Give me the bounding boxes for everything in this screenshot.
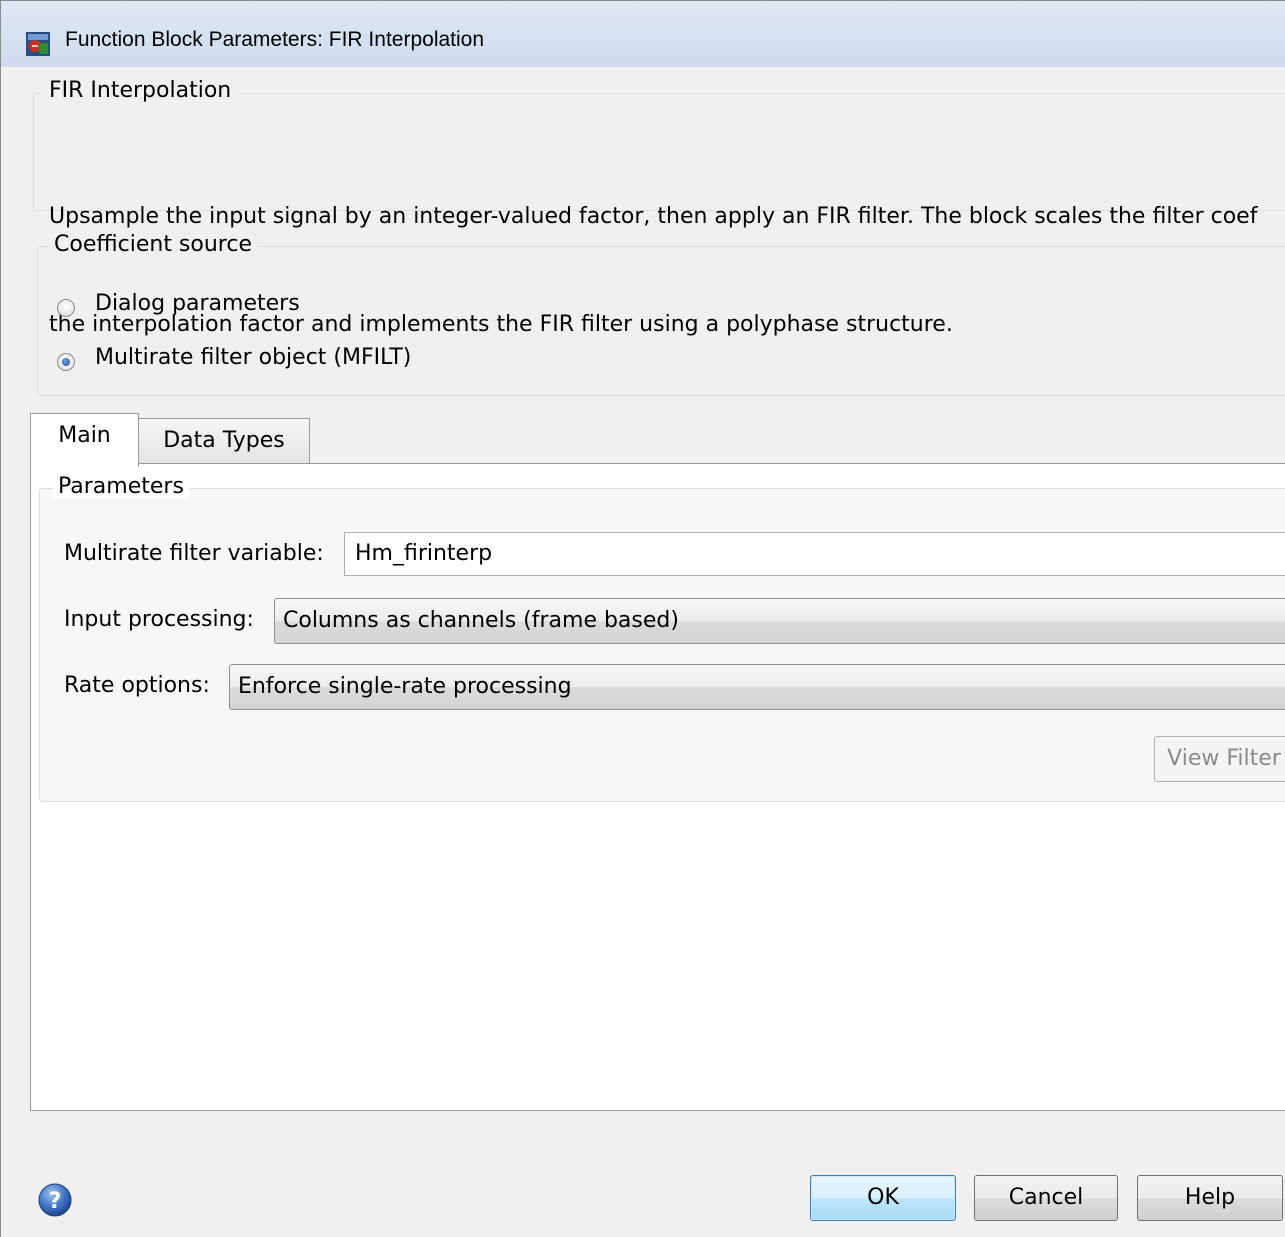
radio-button-dialog-parameters[interactable] xyxy=(57,299,75,317)
radio-button-multirate-filter-object[interactable] xyxy=(57,353,75,371)
question-icon[interactable]: ? xyxy=(37,1182,73,1218)
rate-options-select[interactable]: Enforce single-rate processing xyxy=(229,664,1285,710)
tab-main[interactable]: Main xyxy=(30,413,139,467)
dialog-window: Function Block Parameters: FIR Interpola… xyxy=(0,0,1285,1237)
multirate-filter-variable-label: Multirate filter variable: xyxy=(64,541,324,566)
coefficient-source-legend: Coefficient source xyxy=(48,232,258,257)
coefficient-source-group xyxy=(37,246,1285,396)
ok-button[interactable]: OK xyxy=(810,1175,956,1221)
input-processing-select[interactable]: Columns as channels (frame based) xyxy=(274,598,1285,644)
block-name-legend: FIR Interpolation xyxy=(43,78,238,103)
cancel-button[interactable]: Cancel xyxy=(974,1175,1118,1221)
view-filter-button[interactable]: View Filter xyxy=(1154,736,1285,782)
title-bar[interactable]: Function Block Parameters: FIR Interpola… xyxy=(1,1,1285,68)
tab-panel-main: Parameters Multirate filter variable: Hm… xyxy=(30,463,1285,1111)
input-processing-label: Input processing: xyxy=(64,607,254,632)
rate-options-label: Rate options: xyxy=(64,673,210,698)
parameters-legend: Parameters xyxy=(53,474,189,499)
description-line-1: Upsample the input signal by an integer-… xyxy=(49,204,1258,229)
multirate-filter-variable-input[interactable]: Hm_firinterp xyxy=(344,532,1285,576)
radio-label-dialog-parameters[interactable]: Dialog parameters xyxy=(95,291,300,316)
simulink-app-icon xyxy=(26,32,50,56)
window-title: Function Block Parameters: FIR Interpola… xyxy=(65,28,485,51)
tab-data-types[interactable]: Data Types xyxy=(138,418,310,468)
svg-text:?: ? xyxy=(49,1189,62,1214)
radio-label-multirate-filter-object[interactable]: Multirate filter object (MFILT) xyxy=(95,345,411,370)
help-button[interactable]: Help xyxy=(1137,1175,1283,1221)
